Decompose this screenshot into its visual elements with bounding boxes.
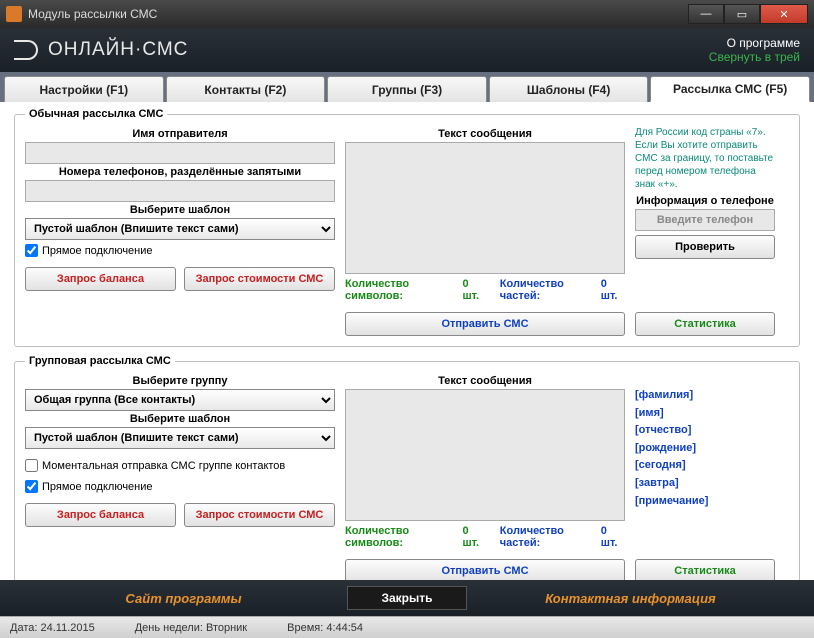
placeholder-list: [фамилия] [имя] [отчество] [рождение] [с… <box>635 387 775 510</box>
about-link[interactable]: О программе <box>709 36 800 50</box>
chars-value: 0 шт. <box>462 278 486 302</box>
ph-patronymic[interactable]: [отчество] <box>635 422 775 440</box>
direct-conn2-input[interactable] <box>25 480 38 493</box>
ph-lastname[interactable]: [фамилия] <box>635 387 775 405</box>
check-button[interactable]: Проверить <box>635 235 775 259</box>
label-message2: Текст сообщения <box>345 375 625 387</box>
regular-sms-legend: Обычная рассылка СМС <box>25 108 167 120</box>
tab-sms[interactable]: Рассылка СМС (F5) <box>650 76 810 102</box>
tab-templates[interactable]: Шаблоны (F4) <box>489 76 649 102</box>
status-dow: День недели: Вторник <box>135 622 247 634</box>
direct-conn2-label: Прямое подключение <box>42 481 153 493</box>
status-date: Дата: 24.11.2015 <box>10 622 95 634</box>
cost-button2[interactable]: Запрос стоимости СМС <box>184 503 335 527</box>
balance-button[interactable]: Запрос баланса <box>25 267 176 291</box>
close-button[interactable]: Закрыть <box>347 586 467 610</box>
close-window-button[interactable]: ✕ <box>760 4 808 24</box>
send-button2[interactable]: Отправить СМС <box>345 559 625 580</box>
group-sms-group: Групповая рассылка СМС Выберите группу О… <box>14 355 800 580</box>
template-select2[interactable]: Пустой шаблон (Впишите текст сами) <box>25 427 335 449</box>
label-template: Выберите шаблон <box>25 204 335 216</box>
chars-value2: 0 шт. <box>462 525 486 549</box>
ph-note[interactable]: [примечание] <box>635 493 775 511</box>
ph-tomorrow[interactable]: [завтра] <box>635 475 775 493</box>
statusbar: Дата: 24.11.2015 День недели: Вторник Вр… <box>0 616 814 638</box>
message-textarea2[interactable] <box>345 389 625 521</box>
stats-button2[interactable]: Статистика <box>635 559 775 580</box>
tab-groups[interactable]: Группы (F3) <box>327 76 487 102</box>
chars-label: Количество символов: <box>345 278 462 302</box>
label-sender: Имя отправителя <box>25 128 335 140</box>
site-link[interactable]: Сайт программы <box>60 591 307 606</box>
window-title: Модуль рассылки СМС <box>28 7 688 21</box>
label-group: Выберите группу <box>25 375 335 387</box>
app-icon <box>6 6 22 22</box>
chars-label2: Количество символов: <box>345 525 462 549</box>
app-header: ОНЛАЙН·СМС О программе Свернуть в трей <box>0 28 814 72</box>
tab-contacts[interactable]: Контакты (F2) <box>166 76 326 102</box>
group-select[interactable]: Общая группа (Все контакты) <box>25 389 335 411</box>
regular-sms-group: Обычная рассылка СМС Имя отправителя Ном… <box>14 108 800 347</box>
parts-label: Количество частей: <box>500 278 601 302</box>
parts-value2: 0 шт. <box>601 525 625 549</box>
balance-button2[interactable]: Запрос баланса <box>25 503 176 527</box>
status-time: Время: 4:44:54 <box>287 622 363 634</box>
maximize-button[interactable]: ▭ <box>724 4 760 24</box>
ph-birthday[interactable]: [рождение] <box>635 440 775 458</box>
logo-icon <box>14 40 40 60</box>
content-area: Обычная рассылка СМС Имя отправителя Ном… <box>0 102 814 580</box>
info-country: Для России код страны «7». Если Вы хотит… <box>635 126 775 191</box>
ph-firstname[interactable]: [имя] <box>635 405 775 423</box>
logo: ОНЛАЙН·СМС <box>14 39 188 61</box>
direct-conn2-checkbox[interactable]: Прямое подключение <box>25 480 335 493</box>
ph-today[interactable]: [сегодня] <box>635 457 775 475</box>
minimize-button[interactable]: — <box>688 4 724 24</box>
direct-conn-label: Прямое подключение <box>42 245 153 257</box>
group-sms-legend: Групповая рассылка СМС <box>25 355 175 367</box>
parts-value: 0 шт. <box>601 278 625 302</box>
instant-send-input[interactable] <box>25 459 38 472</box>
message-textarea[interactable] <box>345 142 625 274</box>
logo-text: ОНЛАЙН·СМС <box>48 39 188 61</box>
instant-send-label: Моментальная отправка СМС группе контакт… <box>42 460 285 472</box>
template-select[interactable]: Пустой шаблон (Впишите текст сами) <box>25 218 335 240</box>
send-button[interactable]: Отправить СМС <box>345 312 625 336</box>
label-template2: Выберите шаблон <box>25 413 335 425</box>
phone-input[interactable] <box>635 209 775 231</box>
cost-button[interactable]: Запрос стоимости СМС <box>184 267 335 291</box>
sender-input[interactable] <box>25 142 335 164</box>
label-phones: Номера телефонов, разделённые запятыми <box>25 166 335 178</box>
instant-send-checkbox[interactable]: Моментальная отправка СМС группе контакт… <box>25 459 335 472</box>
parts-label2: Количество частей: <box>500 525 601 549</box>
stats-button[interactable]: Статистика <box>635 312 775 336</box>
tab-bar: Настройки (F1) Контакты (F2) Группы (F3)… <box>0 72 814 102</box>
titlebar: Модуль рассылки СМС — ▭ ✕ <box>0 0 814 28</box>
phones-input[interactable] <box>25 180 335 202</box>
footer: Сайт программы Закрыть Контактная информ… <box>0 580 814 616</box>
tab-settings[interactable]: Настройки (F1) <box>4 76 164 102</box>
label-message: Текст сообщения <box>345 128 625 140</box>
direct-conn-input[interactable] <box>25 244 38 257</box>
contact-link[interactable]: Контактная информация <box>507 591 754 606</box>
direct-conn-checkbox[interactable]: Прямое подключение <box>25 244 335 257</box>
tray-link[interactable]: Свернуть в трей <box>709 50 800 64</box>
info-phone-label: Информация о телефоне <box>635 195 775 207</box>
